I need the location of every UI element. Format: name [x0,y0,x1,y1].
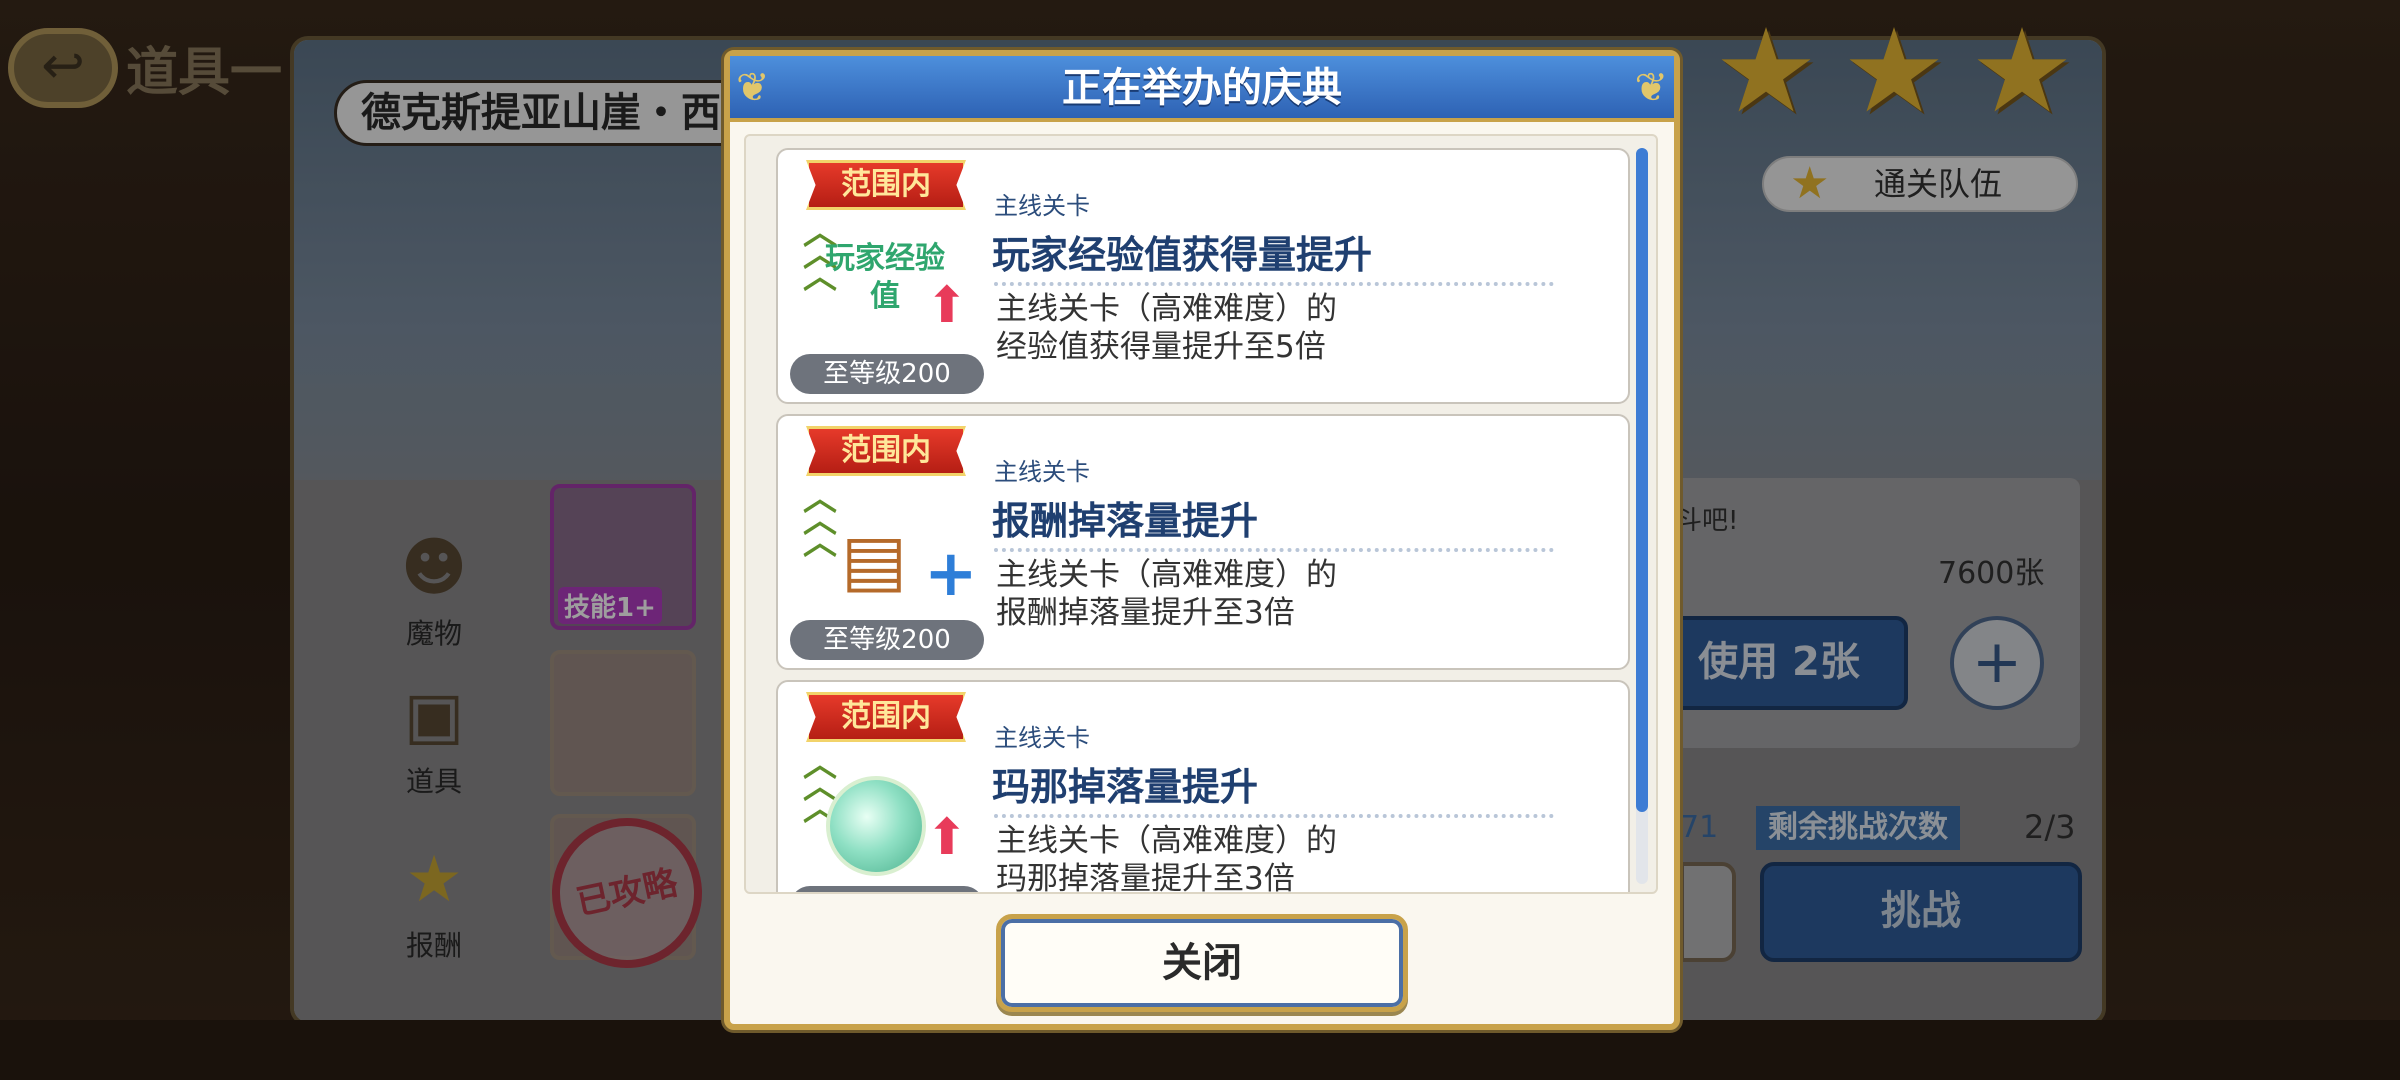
level-limit [790,886,984,892]
divider [994,282,1554,286]
scope-ribbon: 范围内 [806,160,966,210]
scope-ribbon: 范围内 [806,426,966,476]
event-description-line: 玛那掉落量提升至3倍 [996,861,1295,894]
up-arrow-icon: ⬆ [926,808,968,866]
event-description-line: 经验值获得量提升至5倍 [996,329,1326,365]
event-name: 报酬掉落量提升 [992,499,1259,543]
event-name: 玛那掉落量提升 [992,765,1259,809]
event-description-line: 主线关卡（高难难度）的 [996,823,1337,859]
event-icon: 范围内 ︿ ︿ ︿ ⬆ [790,692,990,892]
treasure-chest-icon: ▤ [840,519,908,601]
divider [994,548,1554,552]
event-description: 主线关卡（高难难度）的 经验值获得量提升至5倍 [996,290,1337,366]
event-name: 玩家经验值获得量提升 [992,233,1373,277]
mana-orb-icon [826,776,926,876]
scrollbar[interactable] [1636,148,1648,884]
event-category: 主线关卡 [994,192,1090,220]
level-limit: 至等级200 [790,354,984,394]
event-description: 主线关卡（高难难度）的 玛那掉落量提升至3倍 [996,822,1337,894]
level-limit: 至等级200 [790,620,984,660]
festival-dialog: ❦ 正在举办的庆典 ❦ 范围内 ︿ ︿ ︿ 玩家经验值 ⬆ 至等级200 主线关卡 … [724,50,1680,1030]
dialog-header: ❦ 正在举办的庆典 ❦ [730,56,1674,122]
event-card: 范围内 ︿ ︿ ︿ ⬆ 主线关卡 玛那掉落量提升 主线关卡（高难难度）的 玛那掉落量… [776,680,1630,894]
event-card: 范围内 ︿ ︿ ︿ 玩家经验值 ⬆ 至等级200 主线关卡 玩家经验值获得量提升 主… [776,148,1630,404]
up-arrow-icon: ⬆ [926,276,968,334]
event-icon: 范围内 ︿ ︿ ︿ ▤ + 至等级200 [790,426,990,662]
corner-ornament-icon: ❦ [1634,65,1668,111]
event-category: 主线关卡 [994,724,1090,752]
event-list[interactable]: 范围内 ︿ ︿ ︿ 玩家经验值 ⬆ 至等级200 主线关卡 玩家经验值获得量提升 主… [744,134,1658,894]
event-description: 主线关卡（高难难度）的 报酬掉落量提升至3倍 [996,556,1337,632]
event-description-line: 主线关卡（高难难度）的 [996,291,1337,327]
event-description-line: 报酬掉落量提升至3倍 [996,595,1295,631]
close-button[interactable]: 关闭 [996,914,1408,1012]
scope-ribbon: 范围内 [806,692,966,742]
event-card: 范围内 ︿ ︿ ︿ ▤ + 至等级200 主线关卡 报酬掉落量提升 主线关卡（高难难… [776,414,1630,670]
scrollbar-thumb[interactable] [1636,148,1648,812]
event-category: 主线关卡 [994,458,1090,486]
divider [994,814,1554,818]
dialog-title: 正在举办的庆典 [1062,65,1342,111]
event-description-line: 主线关卡（高难难度）的 [996,557,1337,593]
event-icon: 范围内 ︿ ︿ ︿ 玩家经验值 ⬆ 至等级200 [790,160,990,396]
plus-icon: + [924,537,978,611]
